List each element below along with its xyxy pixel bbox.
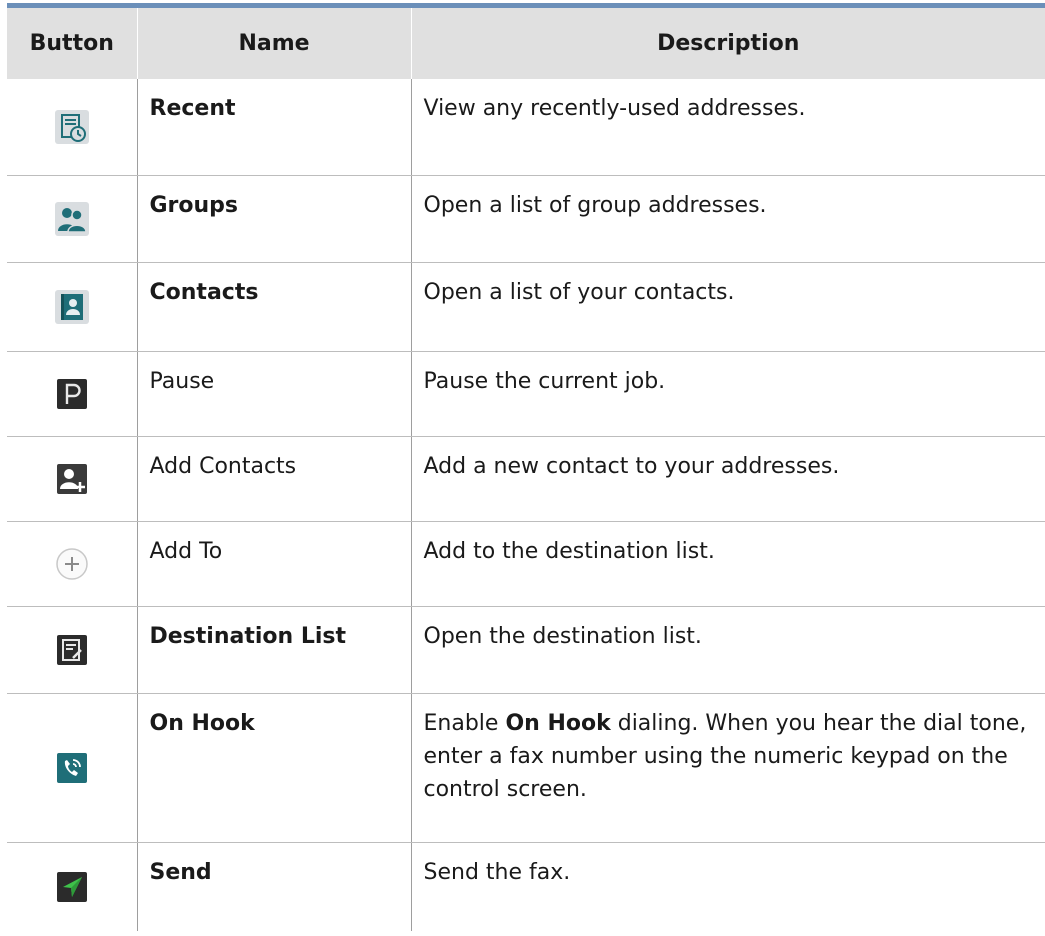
- row-name: Pause: [136, 351, 411, 437]
- row-name: Groups: [136, 175, 411, 263]
- row-description: Add a new contact to your addresses.: [410, 436, 1045, 522]
- row-button-cell: [7, 79, 137, 176]
- table-row: Add Contacts Add a new contact to your a…: [7, 436, 1045, 522]
- row-description: View any recently-used addresses.: [410, 79, 1045, 176]
- table-row: Pause Pause the current job.: [7, 351, 1045, 437]
- row-description: Open a list of your contacts.: [410, 262, 1045, 352]
- row-description: Send the fax.: [410, 842, 1045, 931]
- add-contacts-icon[interactable]: [54, 461, 90, 497]
- row-description: Add to the destination list.: [410, 521, 1045, 607]
- contacts-icon[interactable]: [54, 289, 90, 325]
- description-bold-term: On Hook: [505, 710, 611, 736]
- row-name: Send: [136, 842, 411, 931]
- row-description: Enable On Hook dialing. When you hear th…: [410, 693, 1045, 843]
- row-button-cell: [7, 693, 137, 843]
- send-icon[interactable]: [54, 869, 90, 905]
- row-description: Pause the current job.: [410, 351, 1045, 437]
- row-description: Open a list of group addresses.: [410, 175, 1045, 263]
- table-row: On Hook Enable On Hook dialing. When you…: [7, 693, 1045, 843]
- header-description: Description: [410, 5, 1045, 79]
- row-button-cell: [7, 521, 137, 607]
- row-name: Recent: [136, 79, 411, 176]
- button-reference-table: Button Name Description Recent View any …: [7, 3, 1045, 931]
- row-button-cell: [7, 606, 137, 694]
- pause-icon[interactable]: [54, 376, 90, 412]
- header-button: Button: [7, 5, 137, 79]
- row-description: Open the destination list.: [410, 606, 1045, 694]
- row-button-cell: [7, 842, 137, 931]
- row-name: Contacts: [136, 262, 411, 352]
- add-to-icon[interactable]: [54, 546, 90, 582]
- row-name: Add Contacts: [136, 436, 411, 522]
- row-name: On Hook: [136, 693, 411, 843]
- row-name: Add To: [136, 521, 411, 607]
- header-name: Name: [136, 5, 411, 79]
- on-hook-icon[interactable]: [54, 750, 90, 786]
- row-button-cell: [7, 436, 137, 522]
- table-row: Destination List Open the destination li…: [7, 606, 1045, 694]
- row-button-cell: [7, 175, 137, 263]
- header-row: Button Name Description: [7, 5, 1045, 79]
- table-row: Groups Open a list of group addresses.: [7, 175, 1045, 263]
- row-button-cell: [7, 262, 137, 352]
- row-name: Destination List: [136, 606, 411, 694]
- destination-list-icon[interactable]: [54, 632, 90, 668]
- table-row: Add To Add to the destination list.: [7, 521, 1045, 607]
- table-row: Send Send the fax.: [7, 842, 1045, 931]
- table-row: Recent View any recently-used addresses.: [7, 79, 1045, 176]
- table-row: Contacts Open a list of your contacts.: [7, 262, 1045, 352]
- row-button-cell: [7, 351, 137, 437]
- description-text: Enable: [423, 710, 506, 736]
- groups-icon[interactable]: [54, 201, 90, 237]
- recent-icon[interactable]: [54, 109, 90, 145]
